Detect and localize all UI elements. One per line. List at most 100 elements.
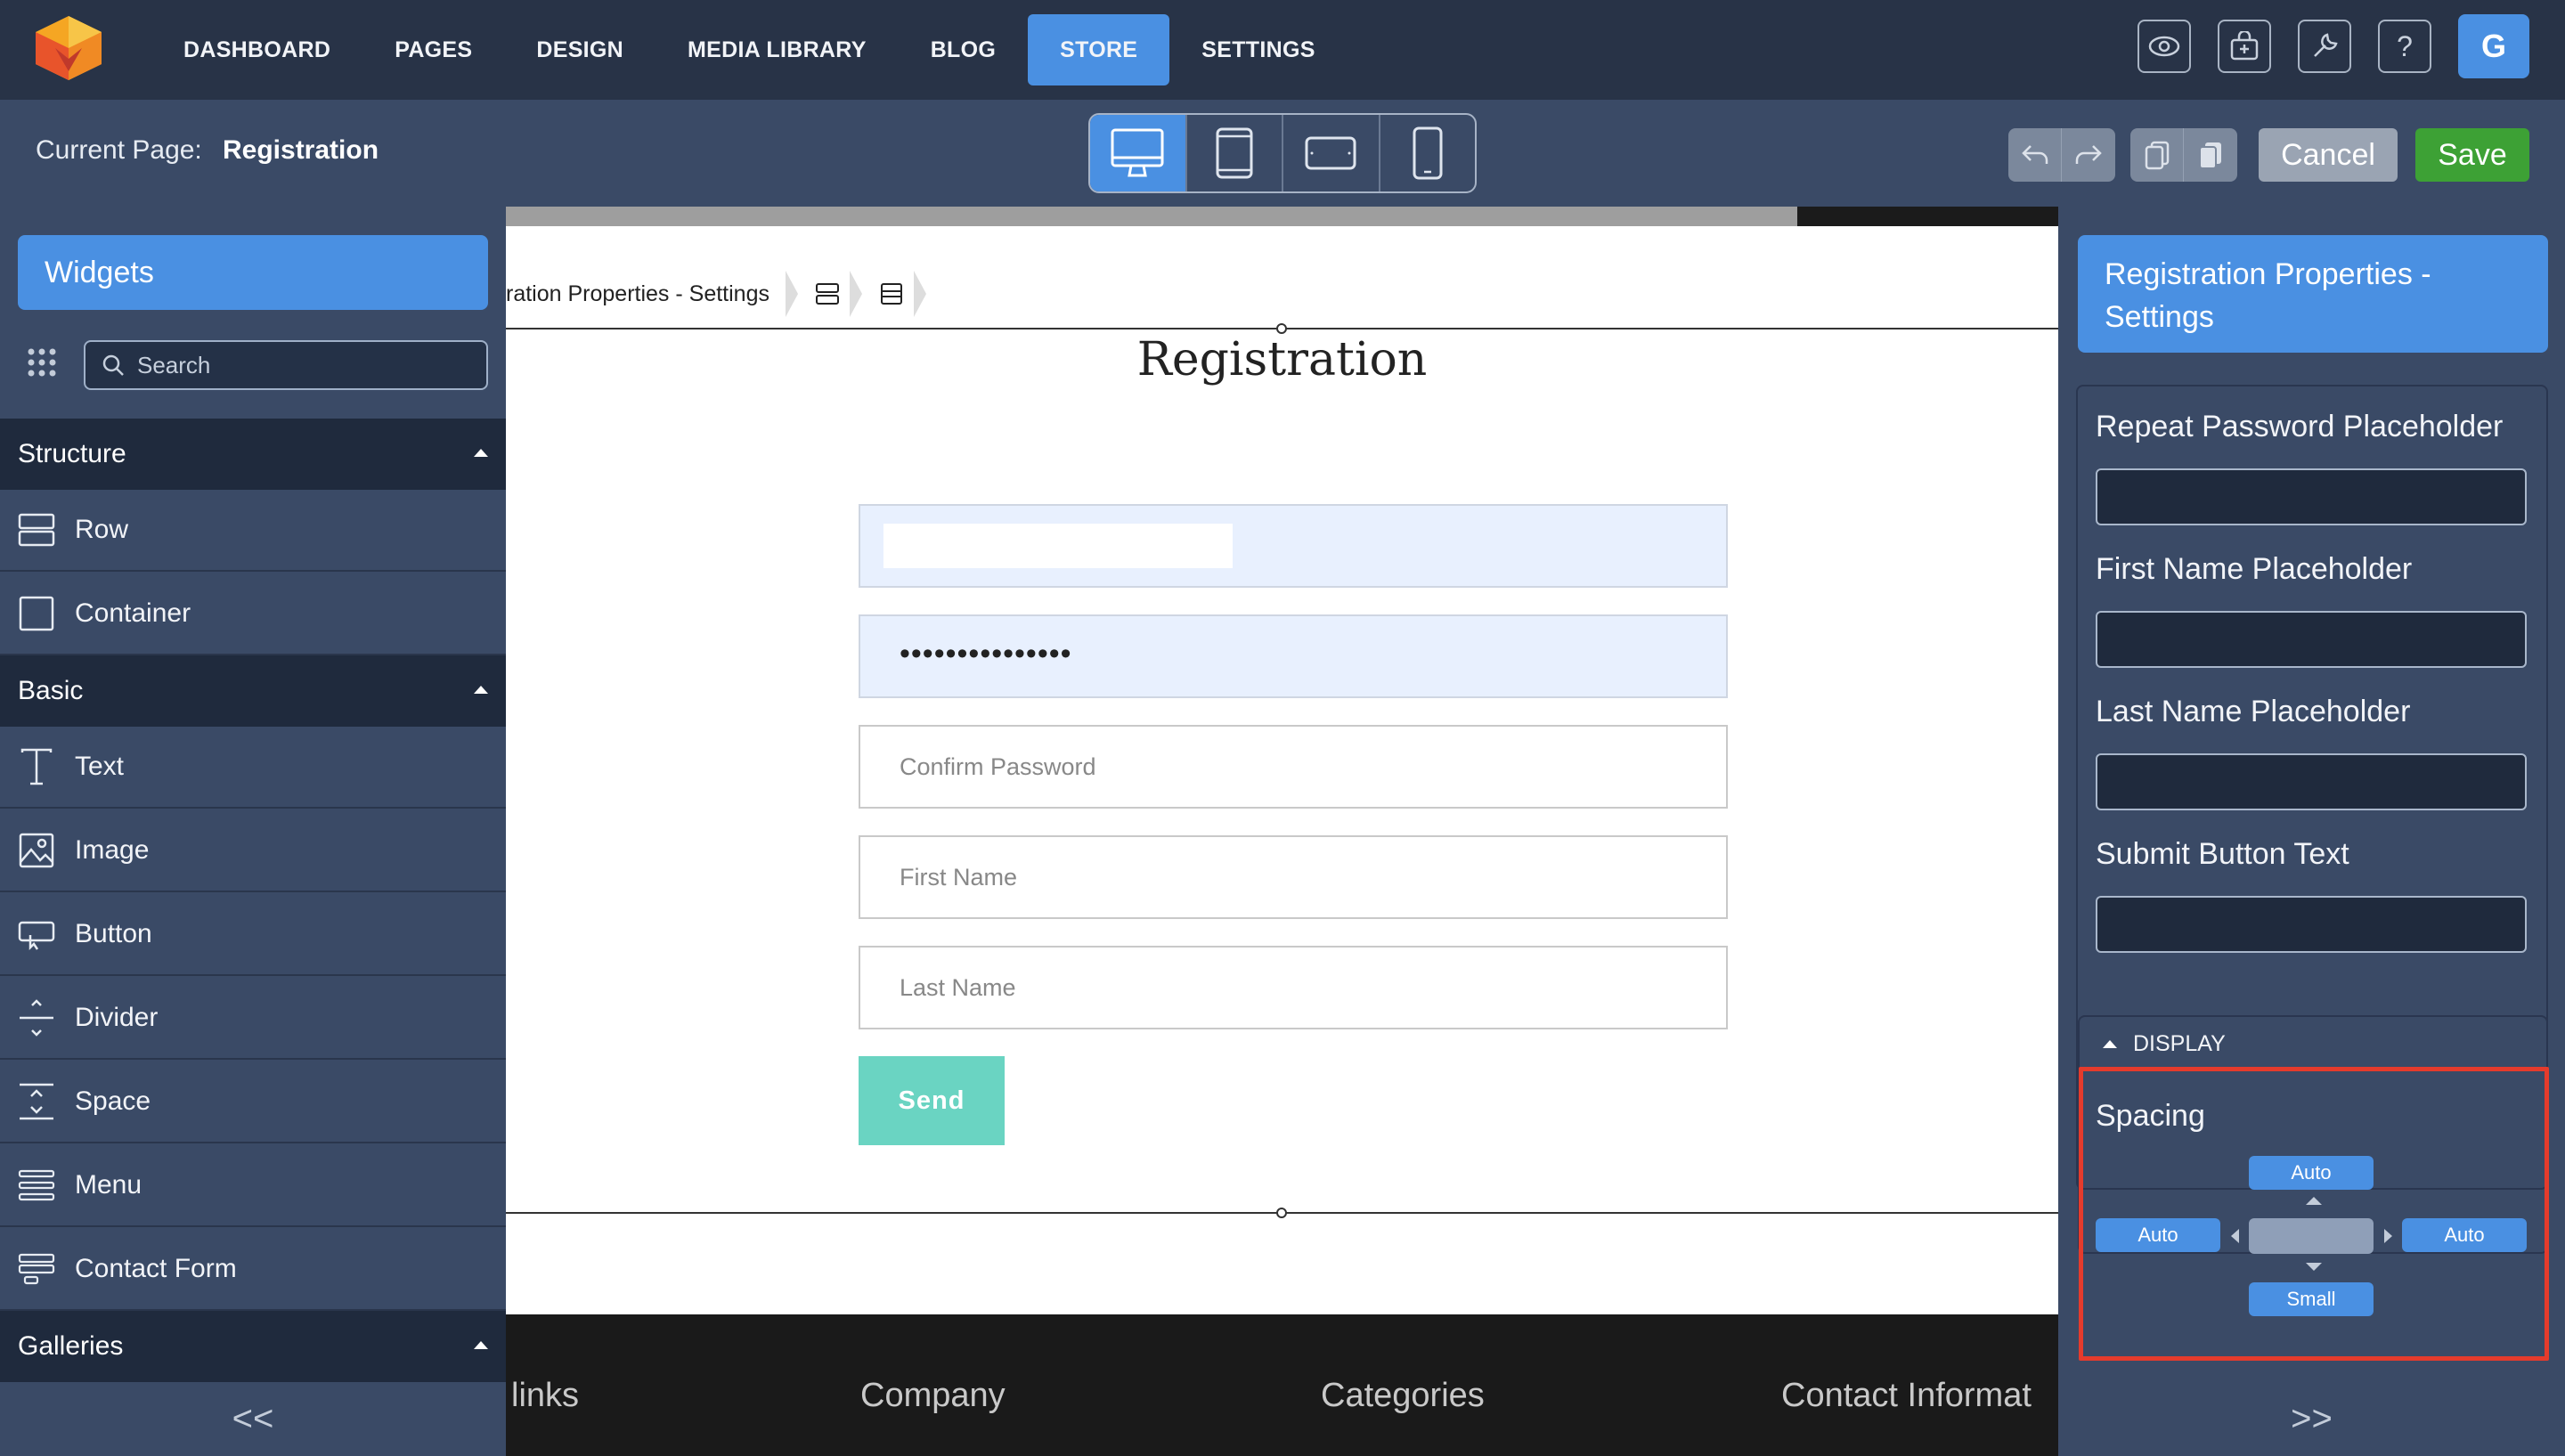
widget-search-input[interactable]: Search [84, 340, 488, 390]
widget-space-label: Space [75, 1086, 151, 1116]
last-name-field[interactable]: Last Name [859, 946, 1728, 1029]
current-page-label: Current Page: [36, 135, 202, 165]
cancel-button[interactable]: Cancel [2259, 128, 2398, 182]
search-icon [102, 354, 124, 376]
last-name-placeholder: Last Name [900, 973, 1016, 1001]
history-controls [2008, 128, 2115, 182]
divider-icon [16, 997, 57, 1038]
spacing-highlight-box [2079, 1067, 2549, 1361]
display-section-toggle[interactable]: DISPLAY [2078, 1015, 2548, 1070]
section-basic-title: Basic [18, 676, 84, 705]
device-phone-button[interactable] [1380, 115, 1476, 191]
avatar[interactable]: G [2458, 14, 2529, 78]
widget-container[interactable]: Container [0, 573, 506, 655]
nav-blog[interactable]: BLOG [899, 14, 1028, 85]
section-structure-title: Structure [18, 439, 126, 468]
collapse-right-button[interactable]: >> [2058, 1381, 2565, 1456]
section-galleries[interactable]: Galleries [0, 1311, 506, 1382]
breadcrumb-separator [913, 271, 926, 317]
email-field[interactable] [859, 504, 1728, 588]
breadcrumb-form-icon[interactable] [869, 271, 914, 317]
breadcrumb-item[interactable]: ration Properties - Settings [506, 271, 786, 317]
breadcrumb-separator [785, 271, 798, 317]
row-icon [16, 509, 57, 550]
section-galleries-title: Galleries [18, 1331, 124, 1361]
contact-form-icon [16, 1249, 57, 1289]
tools-button[interactable] [2298, 20, 2351, 73]
logo-icon[interactable] [30, 12, 107, 84]
copy-icon [2145, 141, 2169, 170]
widget-text-label: Text [75, 752, 125, 781]
collapse-left-button[interactable]: << [0, 1381, 506, 1456]
widget-button[interactable]: Button [0, 894, 506, 976]
device-tablet-landscape-button[interactable] [1283, 115, 1380, 191]
widget-image[interactable]: Image [0, 810, 506, 892]
caret-up-icon [474, 686, 488, 694]
clipboard-controls [2130, 128, 2237, 182]
help-button[interactable]: ? [2378, 20, 2431, 73]
last-name-placeholder-input[interactable] [2096, 753, 2527, 810]
submit-button-text-input[interactable] [2096, 896, 2527, 953]
device-tablet-portrait-button[interactable] [1187, 115, 1283, 191]
nav-dashboard[interactable]: DASHBOARD [151, 14, 362, 85]
properties-title: Registration Properties - Settings [2078, 235, 2548, 353]
section-structure[interactable]: Structure [0, 419, 506, 490]
repeat-password-placeholder-label: Repeat Password Placeholder [2096, 410, 2504, 443]
paste-icon [2199, 142, 2221, 169]
top-navigation-bar: DASHBOARD PAGES DESIGN MEDIA LIBRARY BLO… [0, 0, 2565, 100]
footer-heading: links [511, 1377, 580, 1414]
widget-row[interactable]: Row [0, 490, 506, 572]
preview-button[interactable] [2138, 20, 2191, 73]
widget-menu-label: Menu [75, 1170, 142, 1200]
save-button[interactable]: Save [2415, 128, 2529, 182]
repeat-password-placeholder-input[interactable] [2096, 468, 2527, 525]
desktop-icon [1111, 128, 1164, 177]
widget-divider[interactable]: Divider [0, 978, 506, 1060]
section-basic[interactable]: Basic [0, 655, 506, 727]
first-name-placeholder: First Name [900, 863, 1018, 891]
widgets-panel: Widgets Search Structure Row Container B… [0, 207, 506, 1456]
wrench-icon [2314, 33, 2338, 57]
nav-pages[interactable]: PAGES [362, 14, 504, 85]
first-name-placeholder-input[interactable] [2096, 611, 2527, 668]
grid-icon[interactable] [27, 347, 57, 378]
last-name-placeholder-label: Last Name Placeholder [2096, 695, 2411, 728]
confirm-password-field[interactable]: Confirm Password [859, 725, 1728, 809]
breadcrumb-label: ration Properties - Settings [506, 281, 770, 306]
widget-divider-label: Divider [75, 1003, 159, 1032]
current-page-name: Registration [223, 135, 379, 165]
confirm-password-placeholder: Confirm Password [900, 752, 1096, 780]
device-desktop-button[interactable] [1090, 115, 1187, 191]
space-icon [16, 1081, 57, 1122]
page-canvas: ration Properties - Settings Registratio… [506, 207, 2058, 1456]
nav-store[interactable]: STORE [1028, 14, 1170, 85]
widget-button-label: Button [75, 919, 152, 948]
password-field[interactable]: ••••••••••••••• [859, 614, 1728, 698]
registration-heading: Registration [1136, 333, 1428, 386]
text-icon [16, 746, 57, 787]
first-name-placeholder-label: First Name Placeholder [2096, 552, 2413, 586]
site-footer: links Company Categories Contact Informa… [506, 1314, 2058, 1456]
send-button[interactable]: Send [859, 1056, 1005, 1145]
submit-button-text-label: Submit Button Text [2096, 837, 2349, 871]
widget-contact-form[interactable]: Contact Form [0, 1229, 506, 1311]
nav-media-library[interactable]: MEDIA LIBRARY [656, 14, 899, 85]
store-button[interactable] [2218, 20, 2271, 73]
first-name-field[interactable]: First Name [859, 835, 1728, 919]
undo-button[interactable] [2008, 128, 2062, 182]
copy-button[interactable] [2130, 128, 2184, 182]
eye-icon [2148, 36, 2180, 57]
nav-design[interactable]: DESIGN [504, 14, 656, 85]
widget-menu[interactable]: Menu [0, 1145, 506, 1227]
device-switcher [1088, 113, 1477, 193]
menu-icon [16, 1165, 57, 1206]
search-placeholder: Search [137, 351, 211, 378]
nav-settings[interactable]: SETTINGS [1169, 14, 1347, 85]
widget-text[interactable]: Text [0, 727, 506, 809]
paste-button[interactable] [2184, 128, 2237, 182]
widget-space[interactable]: Space [0, 1061, 506, 1143]
redo-button[interactable] [2062, 128, 2115, 182]
canvas-top-strip [506, 207, 2058, 226]
resize-handle-bottom[interactable] [1276, 1208, 1287, 1218]
breadcrumb-row-icon[interactable] [805, 271, 850, 317]
